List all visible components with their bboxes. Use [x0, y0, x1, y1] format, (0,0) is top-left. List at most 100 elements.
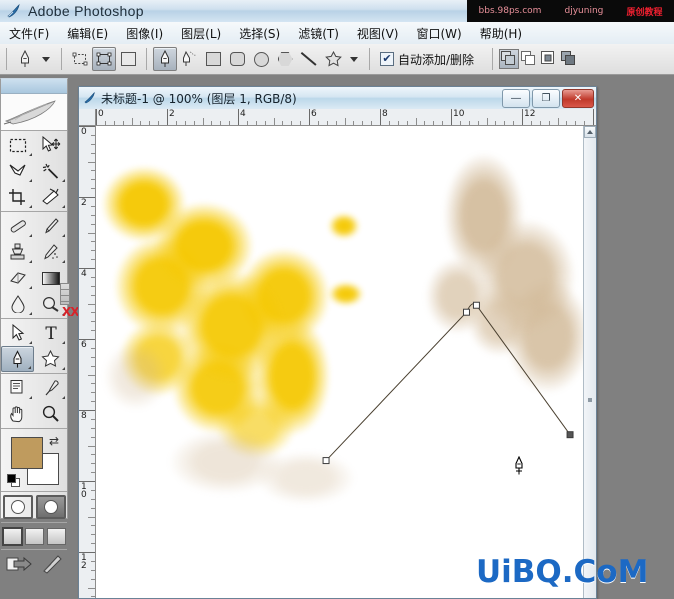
scroll-up-arrow-icon[interactable] — [584, 126, 596, 138]
tool-flyout-corner — [62, 367, 65, 370]
path-mode-icon[interactable] — [92, 47, 116, 71]
add-to-path-area-icon[interactable] — [499, 49, 520, 69]
eyedropper-tool[interactable] — [34, 375, 67, 401]
quick-mask-mode-icon[interactable] — [35, 495, 66, 519]
brush-tool[interactable] — [34, 213, 67, 239]
pen-tool[interactable] — [1, 346, 34, 372]
standard-screen-icon[interactable] — [2, 526, 24, 546]
full-screen-icon[interactable] — [46, 527, 66, 545]
foreground-color-swatch[interactable] — [11, 437, 43, 469]
zoom-tool[interactable] — [34, 401, 67, 427]
shape-layer-icon[interactable] — [68, 47, 92, 71]
lasso-tool[interactable] — [1, 158, 34, 184]
ruler-origin-corner[interactable] — [79, 109, 96, 126]
path-anchor-point[interactable] — [322, 457, 330, 465]
menu-file[interactable]: 文件(F) — [0, 23, 58, 44]
jump-to-group — [1, 550, 67, 580]
blur-tool[interactable] — [1, 291, 34, 317]
shape-chevron-down-icon[interactable] — [350, 56, 358, 62]
rounded-rectangle-icon[interactable] — [225, 47, 249, 71]
tool-flyout-corner — [62, 205, 65, 208]
options-divider-4 — [369, 48, 370, 70]
tool-flyout-corner — [29, 260, 32, 263]
app-title: Adobe Photoshop — [28, 3, 144, 19]
intersect-path-areas-icon[interactable] — [539, 49, 559, 69]
fill-pixels-icon[interactable] — [116, 47, 140, 71]
tool-preset-pen-icon[interactable] — [13, 47, 37, 71]
auto-add-delete-checkbox[interactable]: ✔ 自动添加/删除 — [380, 51, 474, 68]
ruler-label-v: 6 — [81, 340, 87, 350]
canvas[interactable] — [96, 126, 583, 598]
tool-flyout-corner — [29, 179, 32, 182]
imageready-icon[interactable] — [41, 554, 63, 577]
menu-select[interactable]: 选择(S) — [230, 23, 289, 44]
menu-image[interactable]: 图像(I) — [117, 23, 172, 44]
history-brush-tool[interactable] — [34, 239, 67, 265]
ruler-label-v: 8 — [81, 411, 87, 421]
tool-flyout-corner — [29, 234, 32, 237]
line-icon[interactable] — [297, 47, 321, 71]
tan-brush-stroke — [504, 276, 583, 396]
watermark-tag: 原创教程 — [626, 7, 663, 18]
minimize-button[interactable]: — — [502, 89, 530, 108]
pen-tool-icon[interactable] — [153, 47, 177, 71]
collapsed-palette-strip[interactable] — [60, 283, 70, 305]
healing-brush-tool[interactable] — [1, 213, 34, 239]
custom-shape-icon[interactable] — [321, 47, 345, 71]
ellipse-icon[interactable] — [249, 47, 273, 71]
path-anchor-point[interactable] — [472, 301, 480, 309]
document-titlebar[interactable]: 未标题-1 @ 100% (图层 1, RGB/8) — ❐ ✕ — [79, 87, 596, 110]
full-screen-menu-icon[interactable] — [25, 527, 45, 545]
yellow-brush-stroke — [152, 200, 256, 292]
type-tool[interactable]: T — [34, 320, 67, 346]
freeform-pen-icon[interactable] — [177, 47, 201, 71]
menu-filter[interactable]: 滤镜(T) — [289, 23, 348, 44]
default-colors-icon[interactable] — [7, 474, 20, 487]
red-annotation-mark: XX — [62, 305, 79, 319]
watermark-bottom: UiBQ.CoM — [476, 554, 649, 590]
menu-edit[interactable]: 编辑(E) — [58, 23, 117, 44]
document-feather-icon — [83, 91, 97, 105]
path-selection-tool[interactable] — [1, 320, 34, 346]
polygon-icon[interactable] — [273, 47, 297, 71]
toolbox-drag-handle[interactable] — [1, 79, 67, 94]
notes-tool[interactable] — [1, 375, 34, 401]
menu-window[interactable]: 窗口(W) — [407, 23, 470, 44]
tool-flyout-corner — [62, 341, 65, 344]
close-button[interactable]: ✕ — [562, 89, 594, 108]
ruler-label-h: 14 — [595, 110, 596, 119]
crop-tool[interactable] — [1, 184, 34, 210]
vertical-scrollbar[interactable] — [583, 126, 596, 598]
tan-brush-stroke — [166, 428, 286, 496]
scrollbar-thumb[interactable] — [588, 398, 592, 402]
rectangular-marquee-tool[interactable] — [1, 132, 34, 158]
checkbox-box[interactable]: ✔ — [380, 52, 394, 66]
swap-colors-icon[interactable]: ⇄ — [49, 434, 59, 448]
path-anchor-point[interactable] — [462, 308, 470, 316]
document-title: 未标题-1 @ 100% (图层 1, RGB/8) — [101, 91, 297, 106]
rectangle-icon[interactable] — [201, 47, 225, 71]
menu-view[interactable]: 视图(V) — [348, 23, 408, 44]
slice-tool[interactable] — [34, 184, 67, 210]
svg-text:T: T — [45, 324, 57, 342]
subtract-from-path-area-icon[interactable] — [519, 49, 539, 69]
custom-shape-tool[interactable] — [34, 346, 67, 372]
magic-wand-tool[interactable] — [34, 158, 67, 184]
eraser-tool[interactable] — [1, 265, 34, 291]
yellow-brush-stroke — [328, 282, 364, 306]
path-anchor-selected[interactable] — [566, 431, 574, 439]
menu-help[interactable]: 帮助(H) — [471, 23, 531, 44]
maximize-button[interactable]: ❐ — [532, 89, 560, 108]
menu-layer[interactable]: 图层(L) — [172, 23, 230, 44]
options-divider-5 — [492, 48, 494, 70]
chevron-down-icon[interactable] — [42, 56, 50, 62]
clone-stamp-tool[interactable] — [1, 239, 34, 265]
standard-mode-icon[interactable] — [2, 495, 33, 519]
jump-to-icon[interactable] — [6, 554, 32, 577]
hand-tool[interactable] — [1, 401, 34, 427]
options-divider-1 — [6, 48, 7, 70]
exclude-overlapping-path-areas-icon[interactable] — [559, 49, 579, 69]
move-tool[interactable] — [34, 132, 67, 158]
horizontal-ruler[interactable]: 0246810121416 — [96, 109, 596, 126]
vertical-ruler[interactable]: 0246810121416 — [79, 126, 96, 598]
